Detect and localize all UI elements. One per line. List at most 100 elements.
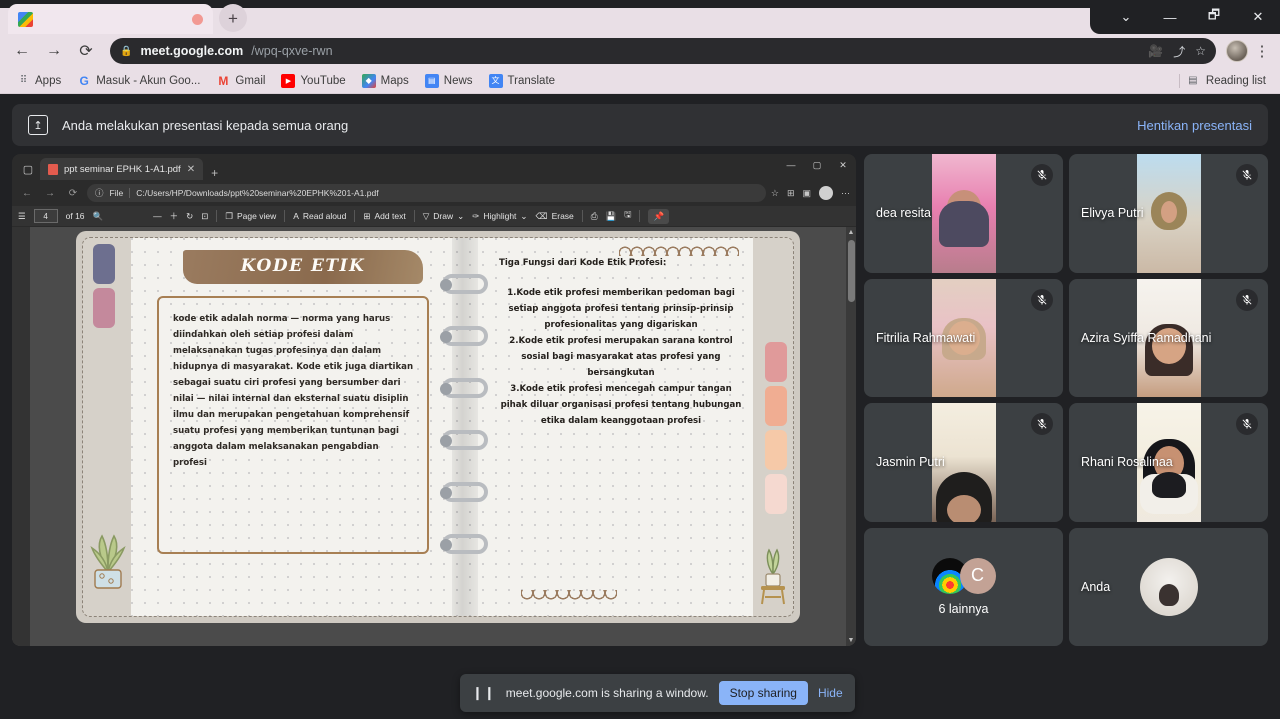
pdf-file-icon [48,163,58,175]
pdf-page-view-button[interactable]: ❐ Page view [225,211,276,222]
pdf-read-aloud-button[interactable]: A Read aloud [293,211,346,221]
add-text-icon: ⊞ [363,210,371,221]
camera-icon[interactable]: 🎥 [1148,44,1163,58]
spiral-ring [440,534,488,554]
forward-icon[interactable]: → [41,184,59,202]
bookmark-label: Masuk - Akun Goo... [96,74,201,87]
zoom-in-icon[interactable]: ＋ [170,210,179,222]
maximize-icon[interactable]: 🗗 [1192,0,1236,34]
pdf-page-input[interactable]: 4 [33,209,58,223]
close-icon[interactable]: ✕ [830,154,856,176]
stop-presenting-link[interactable]: Hentikan presentasi [1137,118,1252,133]
slide-inner-frame: KODE ETIK kode etik adalah norma — norma… [82,237,794,617]
forward-icon[interactable]: → [40,37,68,65]
pdf-erase-button[interactable]: ⌫ Erase [536,211,574,222]
reading-list-label: Reading list [1205,74,1266,87]
record-dot-icon[interactable] [192,13,203,25]
collections-icon[interactable]: ⊞ [787,188,795,199]
stop-sharing-button[interactable]: Stop sharing [718,681,808,705]
bookmark-maps[interactable]: ◆ Maps [356,72,415,90]
toc-icon[interactable]: ☰ [18,211,26,222]
pause-icon[interactable]: ❙❙ [472,685,496,701]
minimize-icon[interactable]: — [778,154,804,176]
star-icon[interactable]: ☆ [1195,44,1206,58]
edge-address-bar[interactable]: ⓘ File C:/Users/HP/Downloads/ppt%20semin… [87,184,766,202]
participant-tile-self[interactable]: Anda [1069,527,1268,646]
tab-overview-icon[interactable]: ▢ [16,158,40,180]
participant-name: Azira Syiffa Ramadhani [1081,330,1212,345]
slide-title: KODE ETIK [240,256,366,276]
profile-avatar[interactable] [1226,40,1248,62]
save-icon[interactable]: 💾 [606,211,617,222]
slide-right-item-2: 2.Kode etik profesi merupakan sarana kon… [509,335,733,378]
share-icon[interactable]: ⤴ [1173,43,1185,60]
save-as-icon[interactable]: 🖫 [624,209,631,223]
new-tab-button[interactable]: + [219,4,247,32]
maximize-icon[interactable]: ▢ [804,154,830,176]
edge-menu-icon[interactable]: ⋯ [841,188,850,199]
reload-icon[interactable]: ⟳ [64,184,82,202]
search-icon[interactable]: 🔍 [93,211,104,222]
close-icon[interactable]: ✕ [187,164,195,175]
browser-tab-meet[interactable] [8,4,213,34]
bookmark-apps[interactable]: ⠿ Apps [10,72,67,90]
highlight-icon: ✑ [472,210,480,221]
participant-tile[interactable]: Jasmin Putri [864,403,1063,522]
participant-tile[interactable]: Fitrilia Rahmawati [864,278,1063,397]
pdf-draw-button[interactable]: ▽ Draw ⌄ [423,211,465,222]
zoom-out-icon[interactable]: — [153,211,162,221]
pdf-highlight-button[interactable]: ✑ Highlight ⌄ [472,211,527,222]
pdf-add-text-button[interactable]: ⊞ Add text [363,211,405,222]
chevron-down-icon[interactable]: ⌄ [457,211,464,222]
reading-list-button[interactable]: ▤ Reading list [1178,73,1270,88]
minimize-icon[interactable]: — [1148,0,1192,34]
back-icon[interactable]: ← [8,37,36,65]
bookmark-masuk-akun-google[interactable]: G Masuk - Akun Goo... [71,72,206,90]
spiral-ring [440,482,488,502]
more-participants-tile[interactable]: C 6 lainnya [864,527,1063,646]
divider [1178,73,1180,88]
bookmark-gmail[interactable]: M Gmail [210,72,271,90]
pin-icon[interactable]: 📌 [648,208,670,224]
draw-icon: ▽ [422,210,430,221]
pdf-left-rail [12,227,30,646]
print-icon[interactable]: ⎙ [591,211,598,222]
bookmark-news[interactable]: ▤ News [419,72,479,90]
bookmark-label: YouTube [300,74,346,87]
edge-new-tab-button[interactable]: + [211,166,218,180]
chrome-menu-icon[interactable]: ⋮ [1252,42,1272,60]
favorites-icon[interactable]: ☆ [771,188,779,199]
participant-tile[interactable]: Rhani Rosalinaa [1069,403,1268,522]
participant-tile[interactable]: dea resita [864,154,1063,273]
chevron-down-icon[interactable]: ⌄ [1104,0,1148,34]
back-icon[interactable]: ← [18,184,36,202]
chevron-down-icon[interactable]: ⌄ [520,211,527,222]
slide-right-tabs [765,342,787,518]
hide-share-bar-button[interactable]: Hide [818,686,843,700]
presentation-slide: KODE ETIK kode etik adalah norma — norma… [76,231,800,623]
bookmark-translate[interactable]: 文 Translate [483,72,562,90]
pdf-viewport[interactable]: KODE ETIK kode etik adalah norma — norma… [12,227,856,646]
split-screen-icon[interactable]: ▣ [802,188,811,199]
reload-icon[interactable]: ⟳ [72,37,100,65]
scroll-down-icon[interactable]: ▼ [848,635,855,646]
fit-width-icon[interactable]: ⊡ [201,211,208,222]
edge-tab-pdf[interactable]: ppt seminar EPHK 1-A1.pdf ✕ [40,158,204,180]
participant-tile[interactable]: Elivya Putri [1069,154,1268,273]
translate-icon: 文 [488,73,503,88]
scroll-up-icon[interactable]: ▲ [848,227,855,238]
rotate-icon[interactable]: ↻ [186,211,193,222]
close-icon[interactable]: ✕ [1236,0,1280,34]
erase-icon: ⌫ [535,210,548,221]
participant-name: Anda [1081,579,1111,594]
plant-illustration-left [90,534,126,589]
presentation-banner: ↥ Anda melakukan presentasi kepada semua… [12,104,1268,146]
address-bar[interactable]: 🔒 meet.google.com/wpq-qxve-rwn 🎥 ⤴ ☆ [110,38,1216,64]
scrollbar-thumb[interactable] [847,240,855,302]
bookmark-youtube[interactable]: ▶ YouTube [275,72,351,90]
shared-screen-tile[interactable]: ▢ ppt seminar EPHK 1-A1.pdf ✕ + — ▢ ✕ ← [12,154,856,646]
plant-illustration-right [761,548,785,605]
participant-tile[interactable]: Azira Syiffa Ramadhani [1069,278,1268,397]
pdf-scrollbar[interactable]: ▲ ▼ [846,227,856,646]
edge-profile-avatar[interactable] [819,186,833,200]
